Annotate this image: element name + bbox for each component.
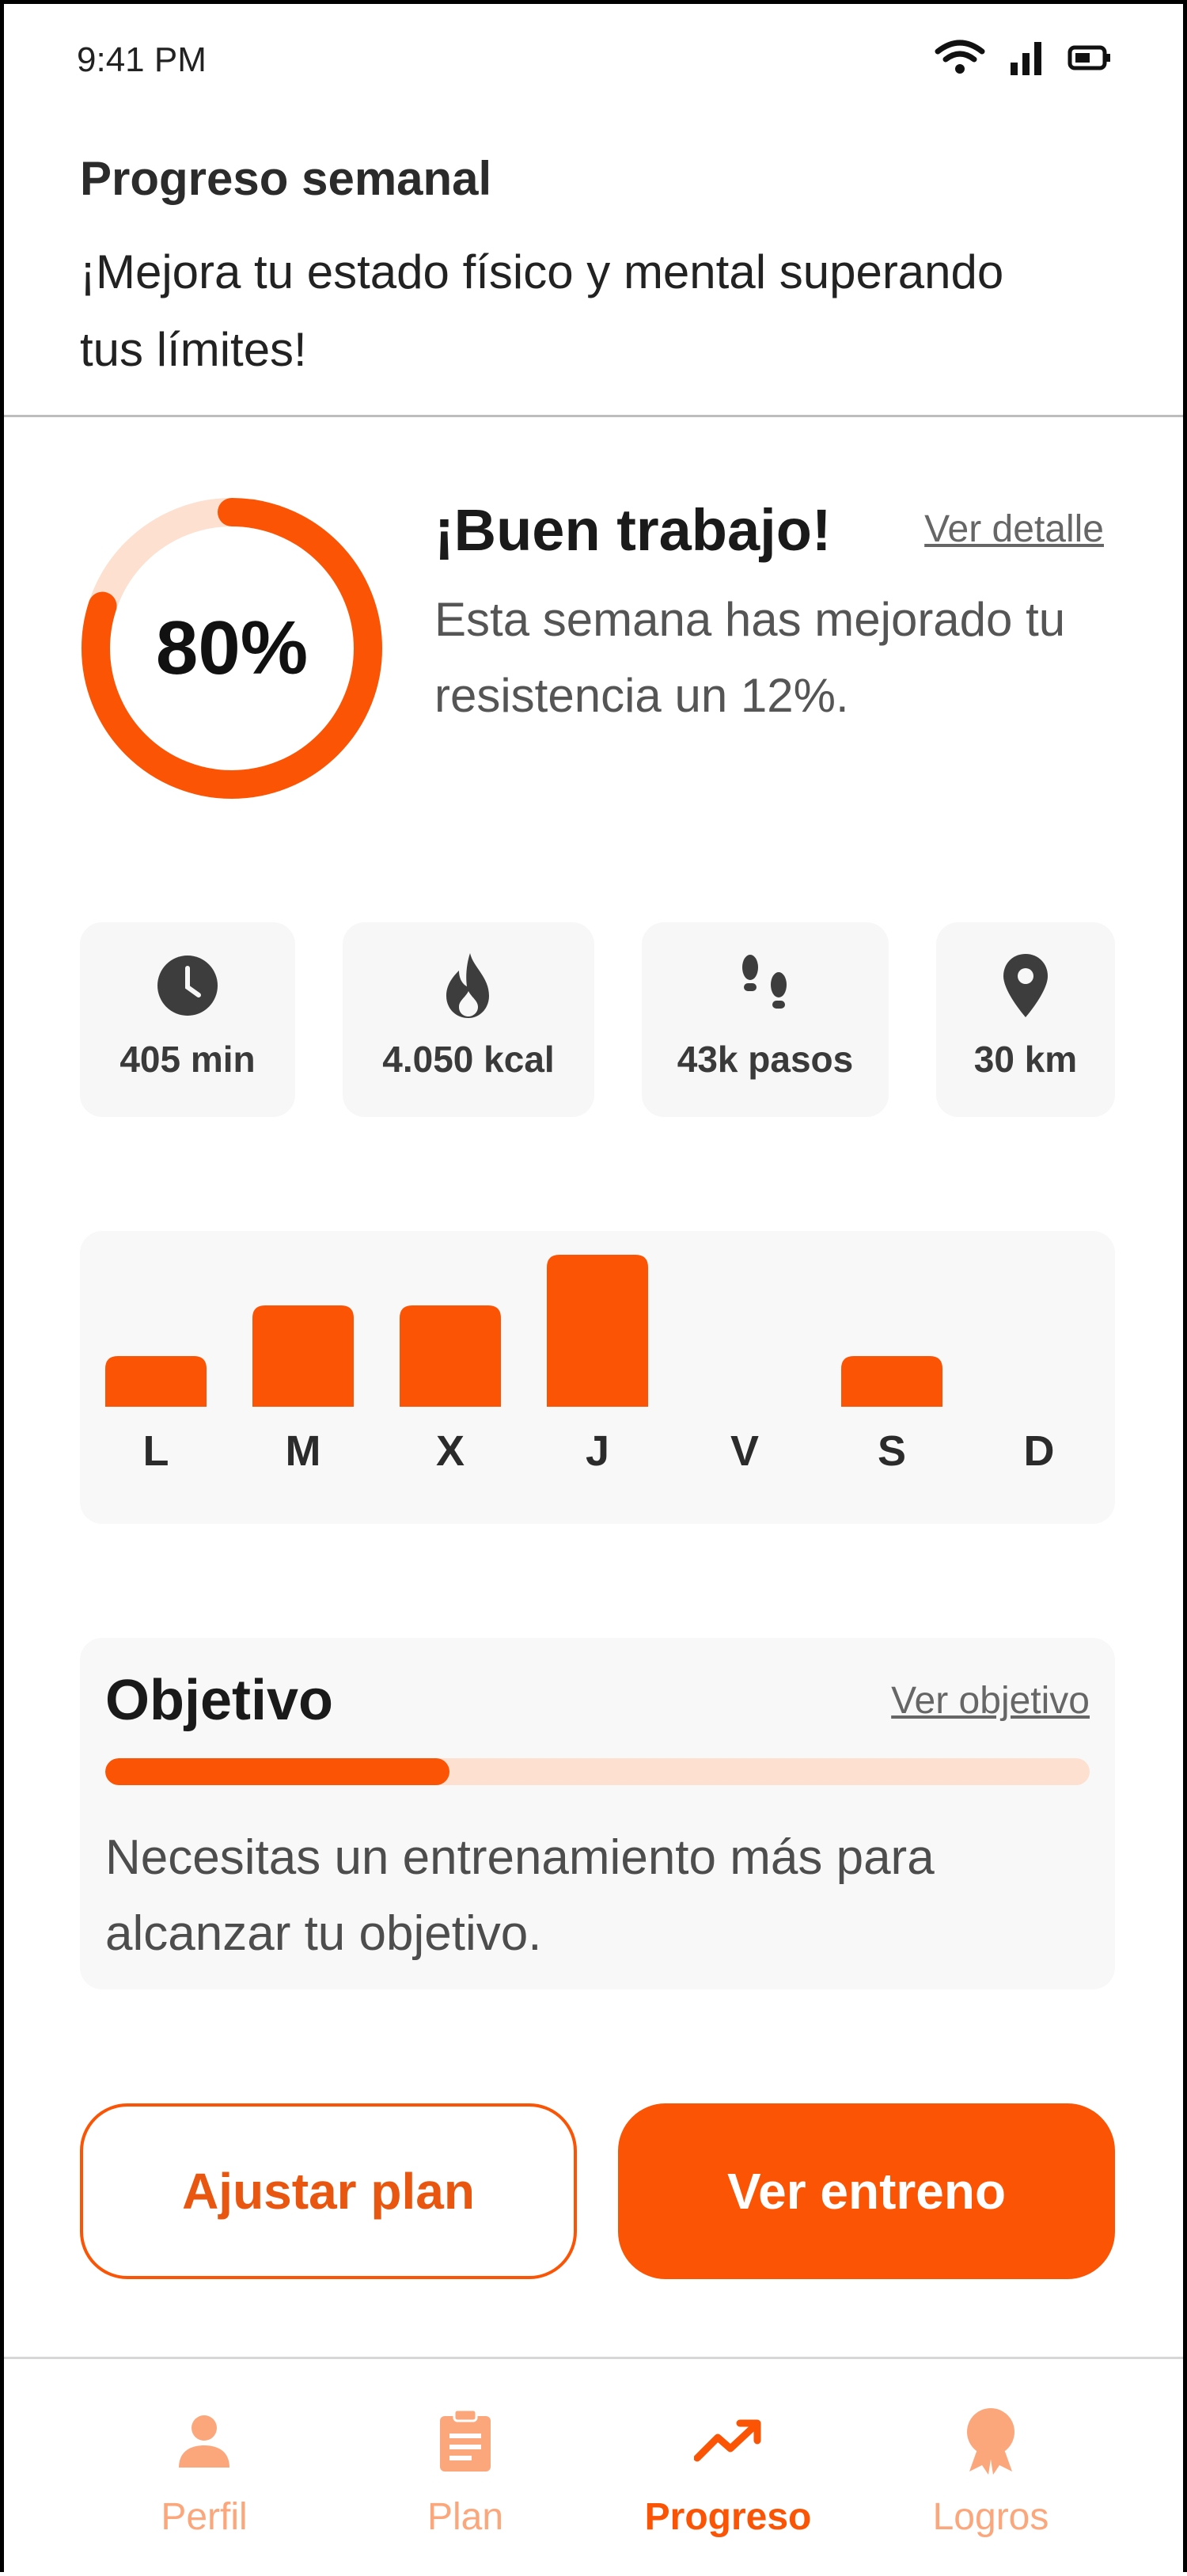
page-header: Progreso semanal ¡Mejora tu estado físic… [4,139,1183,417]
stat-label: 4.050 kcal [382,1039,555,1080]
clock-icon [156,951,219,1020]
nav-label: Progreso [644,2496,812,2538]
nav-item-perfil[interactable]: Perfil [74,2359,335,2573]
stat-label: 43k pasos [677,1039,854,1080]
progress-ring: 80% [80,496,384,800]
stat-card-steps: 43k pasos [642,922,889,1117]
status-bar: 9:41 PM [4,4,1183,123]
stat-label: 405 min [119,1039,256,1080]
view-goal-link[interactable]: Ver objetivo [891,1679,1090,1723]
trending-up-icon [694,2405,762,2476]
day-label-X: X [436,1427,465,1475]
phone-screen: 9:41 PM Progreso semanal ¡Mejora tu esta… [0,0,1187,2576]
status-icons [935,39,1112,77]
day-label-J: J [586,1427,609,1475]
status-time: 9:41 PM [77,40,207,79]
wifi-icon [935,39,985,77]
goal-progress-bar [105,1758,1090,1785]
stat-card-time: 405 min [80,922,295,1117]
day-label-S: S [878,1427,906,1475]
bottom-navigation: Perfil Plan Progreso Logros [4,2357,1183,2576]
bar-M [252,1305,354,1407]
nav-item-progreso[interactable]: Progreso [597,2359,859,2573]
stat-label: 30 km [973,1039,1078,1080]
bar-S [841,1356,942,1407]
stat-card-calories: 4.050 kcal [343,922,594,1117]
bar-J [547,1255,648,1407]
footsteps-icon [736,951,794,1020]
nav-label: Perfil [161,2496,248,2538]
weekly-activity-chart: LMXJVSD [80,1231,1115,1524]
nav-label: Logros [932,2496,1049,2538]
flame-icon [443,951,494,1020]
goal-title: Objetivo [105,1669,334,1732]
clipboard-icon [438,2405,492,2476]
bar-L [105,1356,207,1407]
nav-label: Plan [427,2496,504,2538]
goal-card: Objetivo Ver objetivo Necesitas un entre… [80,1638,1115,1989]
location-pin-icon [1002,951,1049,1020]
adjust-plan-button[interactable]: Ajustar plan [80,2103,577,2279]
battery-icon [1068,44,1112,72]
goal-text: Necesitas un entrenamiento más para alca… [105,1830,935,1961]
stat-card-distance: 30 km [936,922,1115,1117]
nav-item-logros[interactable]: Logros [860,2359,1121,2573]
page-title: Progreso semanal [80,152,492,205]
nav-item-plan[interactable]: Plan [335,2359,596,2573]
day-label-D: D [1024,1427,1055,1475]
view-workout-button[interactable]: Ver entreno [618,2103,1115,2279]
bar-X [400,1305,501,1407]
day-label-L: L [143,1427,169,1475]
goal-progress-fill [105,1758,450,1785]
cellular-signal-icon [1009,39,1044,77]
stats-row: 405 min 4.050 kcal 43k pasos 30 km [80,922,1115,1117]
day-label-V: V [730,1427,759,1475]
day-label-M: M [286,1427,321,1475]
summary-text: Esta semana has mejorado tu resistencia … [434,593,1066,722]
summary-title: ¡Buen trabajo! [434,497,832,563]
user-icon [176,2405,233,2476]
progress-ring-value: 80% [155,606,309,690]
view-detail-link[interactable]: Ver detalle [924,507,1104,551]
page-subtitle: ¡Mejora tu estado físico y mental supera… [80,245,1004,376]
medal-icon [965,2405,1017,2476]
